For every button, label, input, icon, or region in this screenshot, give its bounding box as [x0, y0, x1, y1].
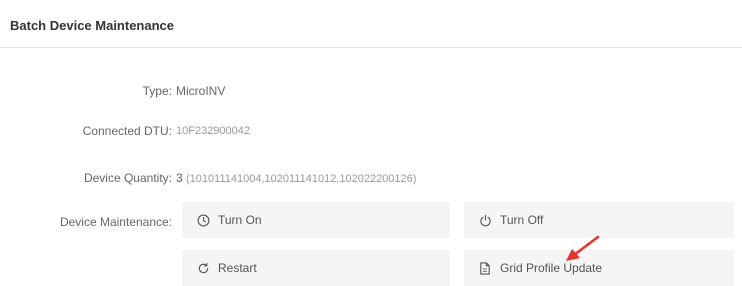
connected-dtu-label: Connected DTU: [82, 124, 172, 138]
device-quantity-value: 3 (101011141004,102011141012,10202220012… [176, 171, 416, 185]
connected-dtu-value: 10F232900042 [176, 125, 251, 137]
page-header: Batch Device Maintenance [0, 0, 742, 48]
device-quantity-ids: (101011141004,102011141012,102022200126) [186, 173, 417, 185]
restart-button[interactable]: Restart [182, 250, 450, 286]
type-label: Type: [142, 84, 172, 98]
refresh-icon [196, 261, 210, 275]
device-maintenance-label: Device Maintenance: [59, 215, 172, 229]
turn-off-label: Turn Off [500, 213, 544, 227]
turn-on-label: Turn On [218, 213, 262, 227]
power-icon [478, 213, 492, 227]
device-quantity-count: 3 [176, 171, 183, 185]
clock-icon [196, 213, 210, 227]
turn-on-button[interactable]: Turn On [182, 202, 450, 238]
annotation-arrow-icon [566, 235, 600, 261]
page-title: Batch Device Maintenance [10, 18, 175, 33]
device-quantity-label: Device Quantity: [83, 171, 172, 185]
document-icon [478, 261, 492, 275]
type-value: MicroINV [176, 84, 226, 98]
restart-label: Restart [218, 261, 257, 275]
